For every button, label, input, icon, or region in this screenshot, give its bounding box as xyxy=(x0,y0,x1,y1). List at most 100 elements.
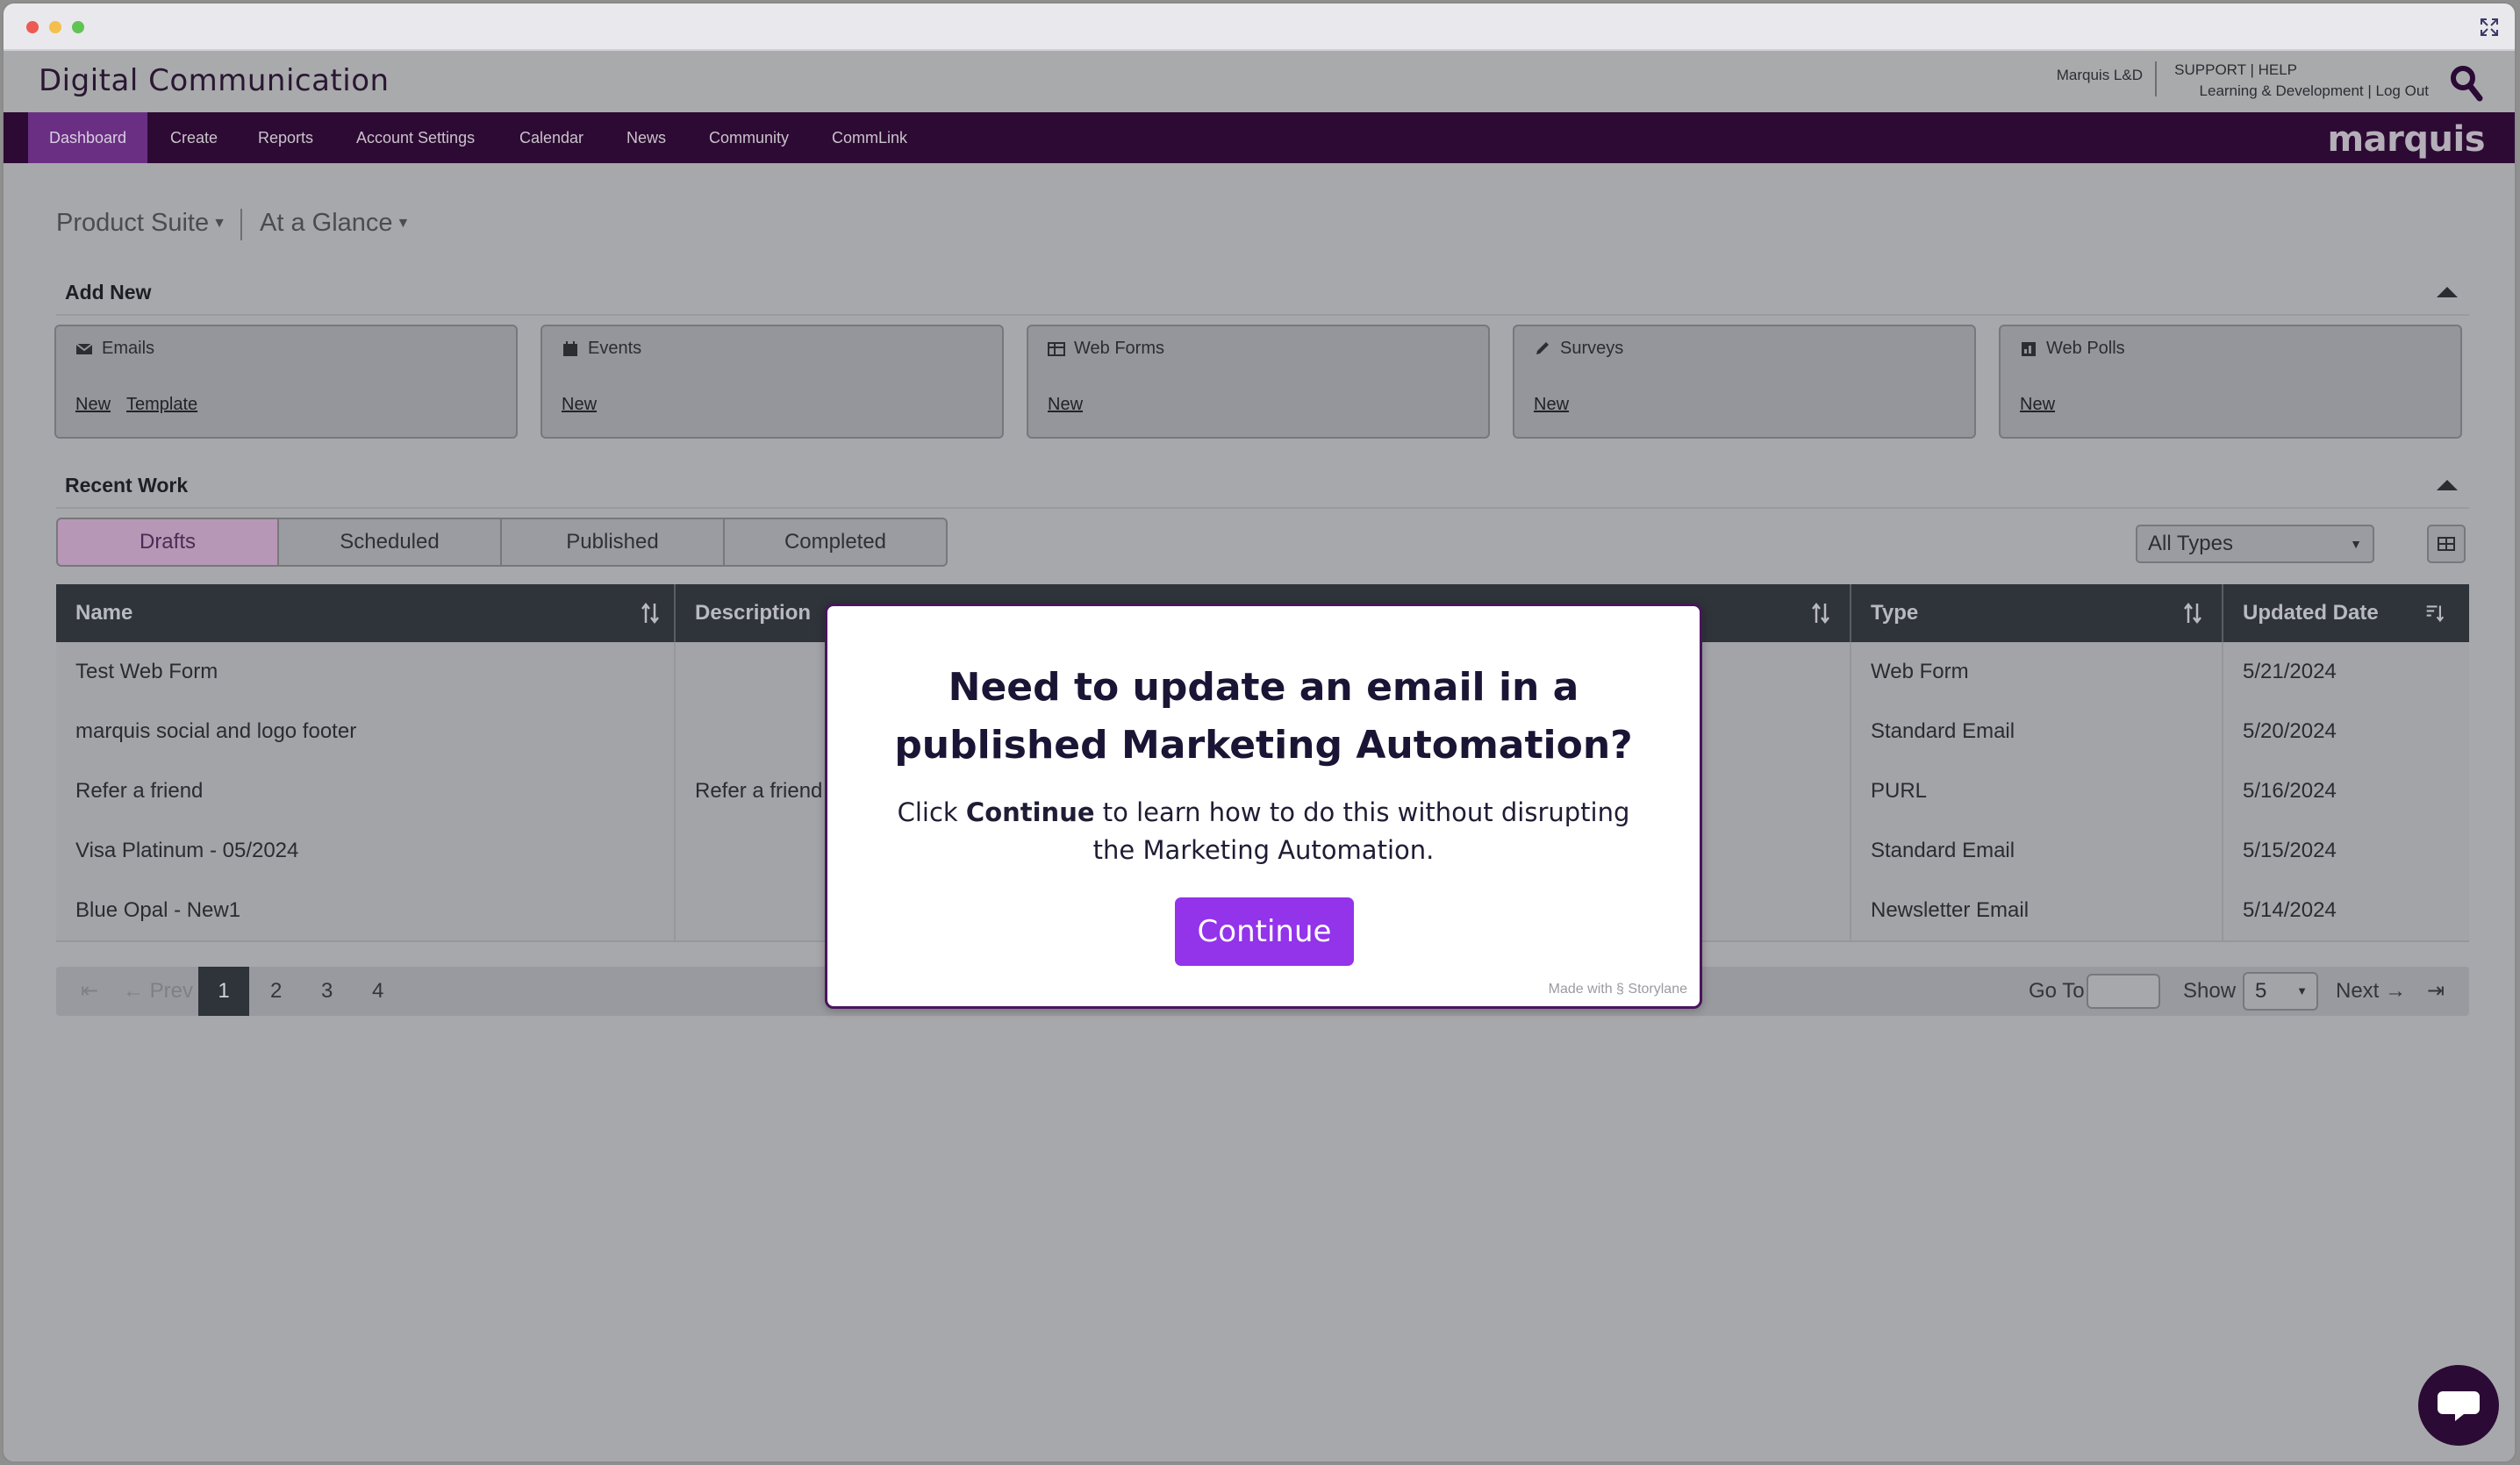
cell-date: 5/20/2024 xyxy=(2243,719,2337,743)
chart-icon xyxy=(2022,341,2036,356)
goto-page-input[interactable] xyxy=(2087,974,2160,1009)
cell-type: PURL xyxy=(1851,761,2223,821)
page-3[interactable]: 3 xyxy=(321,967,333,1016)
arrow-left-icon: ← xyxy=(123,979,150,1003)
column-header-name[interactable]: Name xyxy=(56,584,676,642)
main-nav: Dashboard Create Reports Account Setting… xyxy=(4,112,2515,163)
collapse-recent-work-icon[interactable] xyxy=(2436,477,2459,491)
page-size-value: 5 xyxy=(2255,979,2267,1003)
caret-down-icon: ▼ xyxy=(396,216,411,232)
cell-name[interactable]: marquis social and logo footer xyxy=(56,702,676,761)
sort-icon[interactable] xyxy=(1811,602,1830,625)
card-label: Events xyxy=(588,339,642,358)
page: Digital Communication Marquis L&D SUPPOR… xyxy=(4,51,2515,1461)
last-page-icon[interactable]: ⇥ xyxy=(2427,967,2445,1016)
card-links: New xyxy=(1534,395,1585,415)
cell-name[interactable]: Test Web Form xyxy=(56,642,676,702)
new-event-link[interactable]: New xyxy=(562,395,597,414)
type-filter-select[interactable]: All Types ▼ xyxy=(2136,525,2374,563)
account-links[interactable]: Learning & Development | Log Out xyxy=(2200,82,2429,100)
divider xyxy=(56,507,2469,509)
sort-descending-icon[interactable] xyxy=(2425,602,2445,625)
show-label: Show xyxy=(2183,979,2237,1003)
close-window-button[interactable] xyxy=(26,21,39,33)
grid-view-button[interactable] xyxy=(2427,525,2466,563)
card-header: Web Forms xyxy=(1048,339,1164,359)
card-web-polls: Web Polls New xyxy=(1999,325,2462,439)
expand-icon[interactable] xyxy=(2480,18,2499,37)
cell-name[interactable]: Visa Platinum - 05/2024 xyxy=(56,821,676,881)
card-events: Events New xyxy=(541,325,1004,439)
browser-window: Digital Communication Marquis L&D SUPPOR… xyxy=(4,4,2515,1461)
nav-account-settings[interactable]: Account Settings xyxy=(335,112,496,163)
storylane-icon: § xyxy=(1616,982,1624,997)
tab-completed[interactable]: Completed xyxy=(725,518,948,567)
nav-calendar[interactable]: Calendar xyxy=(498,112,605,163)
maximize-window-button[interactable] xyxy=(72,21,84,33)
card-header: Web Polls xyxy=(2020,339,2125,359)
recent-work-tabs: Drafts Scheduled Published Completed xyxy=(56,518,948,567)
at-a-glance-dropdown[interactable]: At a Glance ▼ xyxy=(260,209,410,238)
nav-news[interactable]: News xyxy=(605,112,687,163)
template-link[interactable]: Template xyxy=(126,395,197,414)
chat-button[interactable] xyxy=(2418,1365,2499,1446)
header: Digital Communication Marquis L&D SUPPOR… xyxy=(4,51,2515,112)
continue-button[interactable]: Continue xyxy=(1175,897,1354,966)
sort-icon[interactable] xyxy=(641,602,660,625)
cell-date: 5/14/2024 xyxy=(2243,898,2337,922)
next-label: Next xyxy=(2336,979,2380,1003)
modal-body: Click Continue to learn how to do this w… xyxy=(880,794,1647,869)
nav-community[interactable]: Community xyxy=(688,112,810,163)
cell-type: Standard Email xyxy=(1851,821,2223,881)
pencil-icon xyxy=(1536,341,1549,354)
arrow-right-icon: → xyxy=(2379,979,2407,1003)
card-header: Emails xyxy=(75,339,154,359)
cell-date: 5/15/2024 xyxy=(2243,839,2337,862)
search-icon[interactable] xyxy=(2450,65,2483,102)
sort-icon[interactable] xyxy=(2183,602,2202,625)
cell-name[interactable]: Blue Opal - New1 xyxy=(56,881,676,940)
collapse-add-new-icon[interactable] xyxy=(2436,284,2459,298)
page-size-select[interactable]: 5 ▼ xyxy=(2243,972,2318,1011)
minimize-window-button[interactable] xyxy=(49,21,61,33)
nav-commlink[interactable]: CommLink xyxy=(811,112,928,163)
modal-body-post: to learn how to do this without disrupti… xyxy=(1092,797,1630,865)
prev-page-button[interactable]: ← Prev xyxy=(123,967,193,1016)
brand-logo: marquis xyxy=(2327,119,2485,160)
new-web-form-link[interactable]: New xyxy=(1048,395,1083,414)
chat-icon xyxy=(2438,1391,2480,1421)
nav-create[interactable]: Create xyxy=(149,112,239,163)
page-4[interactable]: 4 xyxy=(372,967,383,1016)
page-2[interactable]: 2 xyxy=(270,967,282,1016)
window-chrome xyxy=(4,4,2515,51)
page-1[interactable]: 1 xyxy=(198,967,249,1016)
product-suite-dropdown[interactable]: Product Suite ▼ xyxy=(56,209,226,238)
card-header: Surveys xyxy=(1534,339,1623,359)
card-label: Web Forms xyxy=(1074,339,1164,358)
grid-icon xyxy=(2438,537,2455,551)
card-emails: Emails New Template xyxy=(54,325,518,439)
goto-label: Go To xyxy=(2029,979,2085,1003)
card-links: New xyxy=(562,395,612,415)
cell-name[interactable]: Refer a friend xyxy=(56,761,676,821)
new-survey-link[interactable]: New xyxy=(1534,395,1569,414)
made-with-storylane[interactable]: Made with § Storylane xyxy=(1549,982,1687,997)
user-name[interactable]: Marquis L&D xyxy=(2057,67,2143,84)
next-page-button[interactable]: Next → xyxy=(2336,967,2406,1016)
column-header-type[interactable]: Type xyxy=(1851,584,2223,642)
tab-drafts[interactable]: Drafts xyxy=(56,518,279,567)
nav-reports[interactable]: Reports xyxy=(237,112,334,163)
new-web-poll-link[interactable]: New xyxy=(2020,395,2055,414)
tab-published[interactable]: Published xyxy=(502,518,725,567)
new-email-link[interactable]: New xyxy=(75,395,111,414)
column-name-label: Name xyxy=(75,601,133,625)
header-divider xyxy=(2155,61,2157,96)
modal-title-line-1: Need to update an email in a xyxy=(948,665,1579,710)
tab-scheduled[interactable]: Scheduled xyxy=(279,518,502,567)
nav-dashboard[interactable]: Dashboard xyxy=(28,112,148,163)
made-with-label: Made with xyxy=(1548,982,1613,997)
app-title: Digital Communication xyxy=(39,63,390,98)
first-page-icon[interactable]: ⇤ xyxy=(81,967,98,1016)
support-help-links[interactable]: SUPPORT | HELP xyxy=(2174,61,2297,79)
card-header: Events xyxy=(562,339,641,359)
